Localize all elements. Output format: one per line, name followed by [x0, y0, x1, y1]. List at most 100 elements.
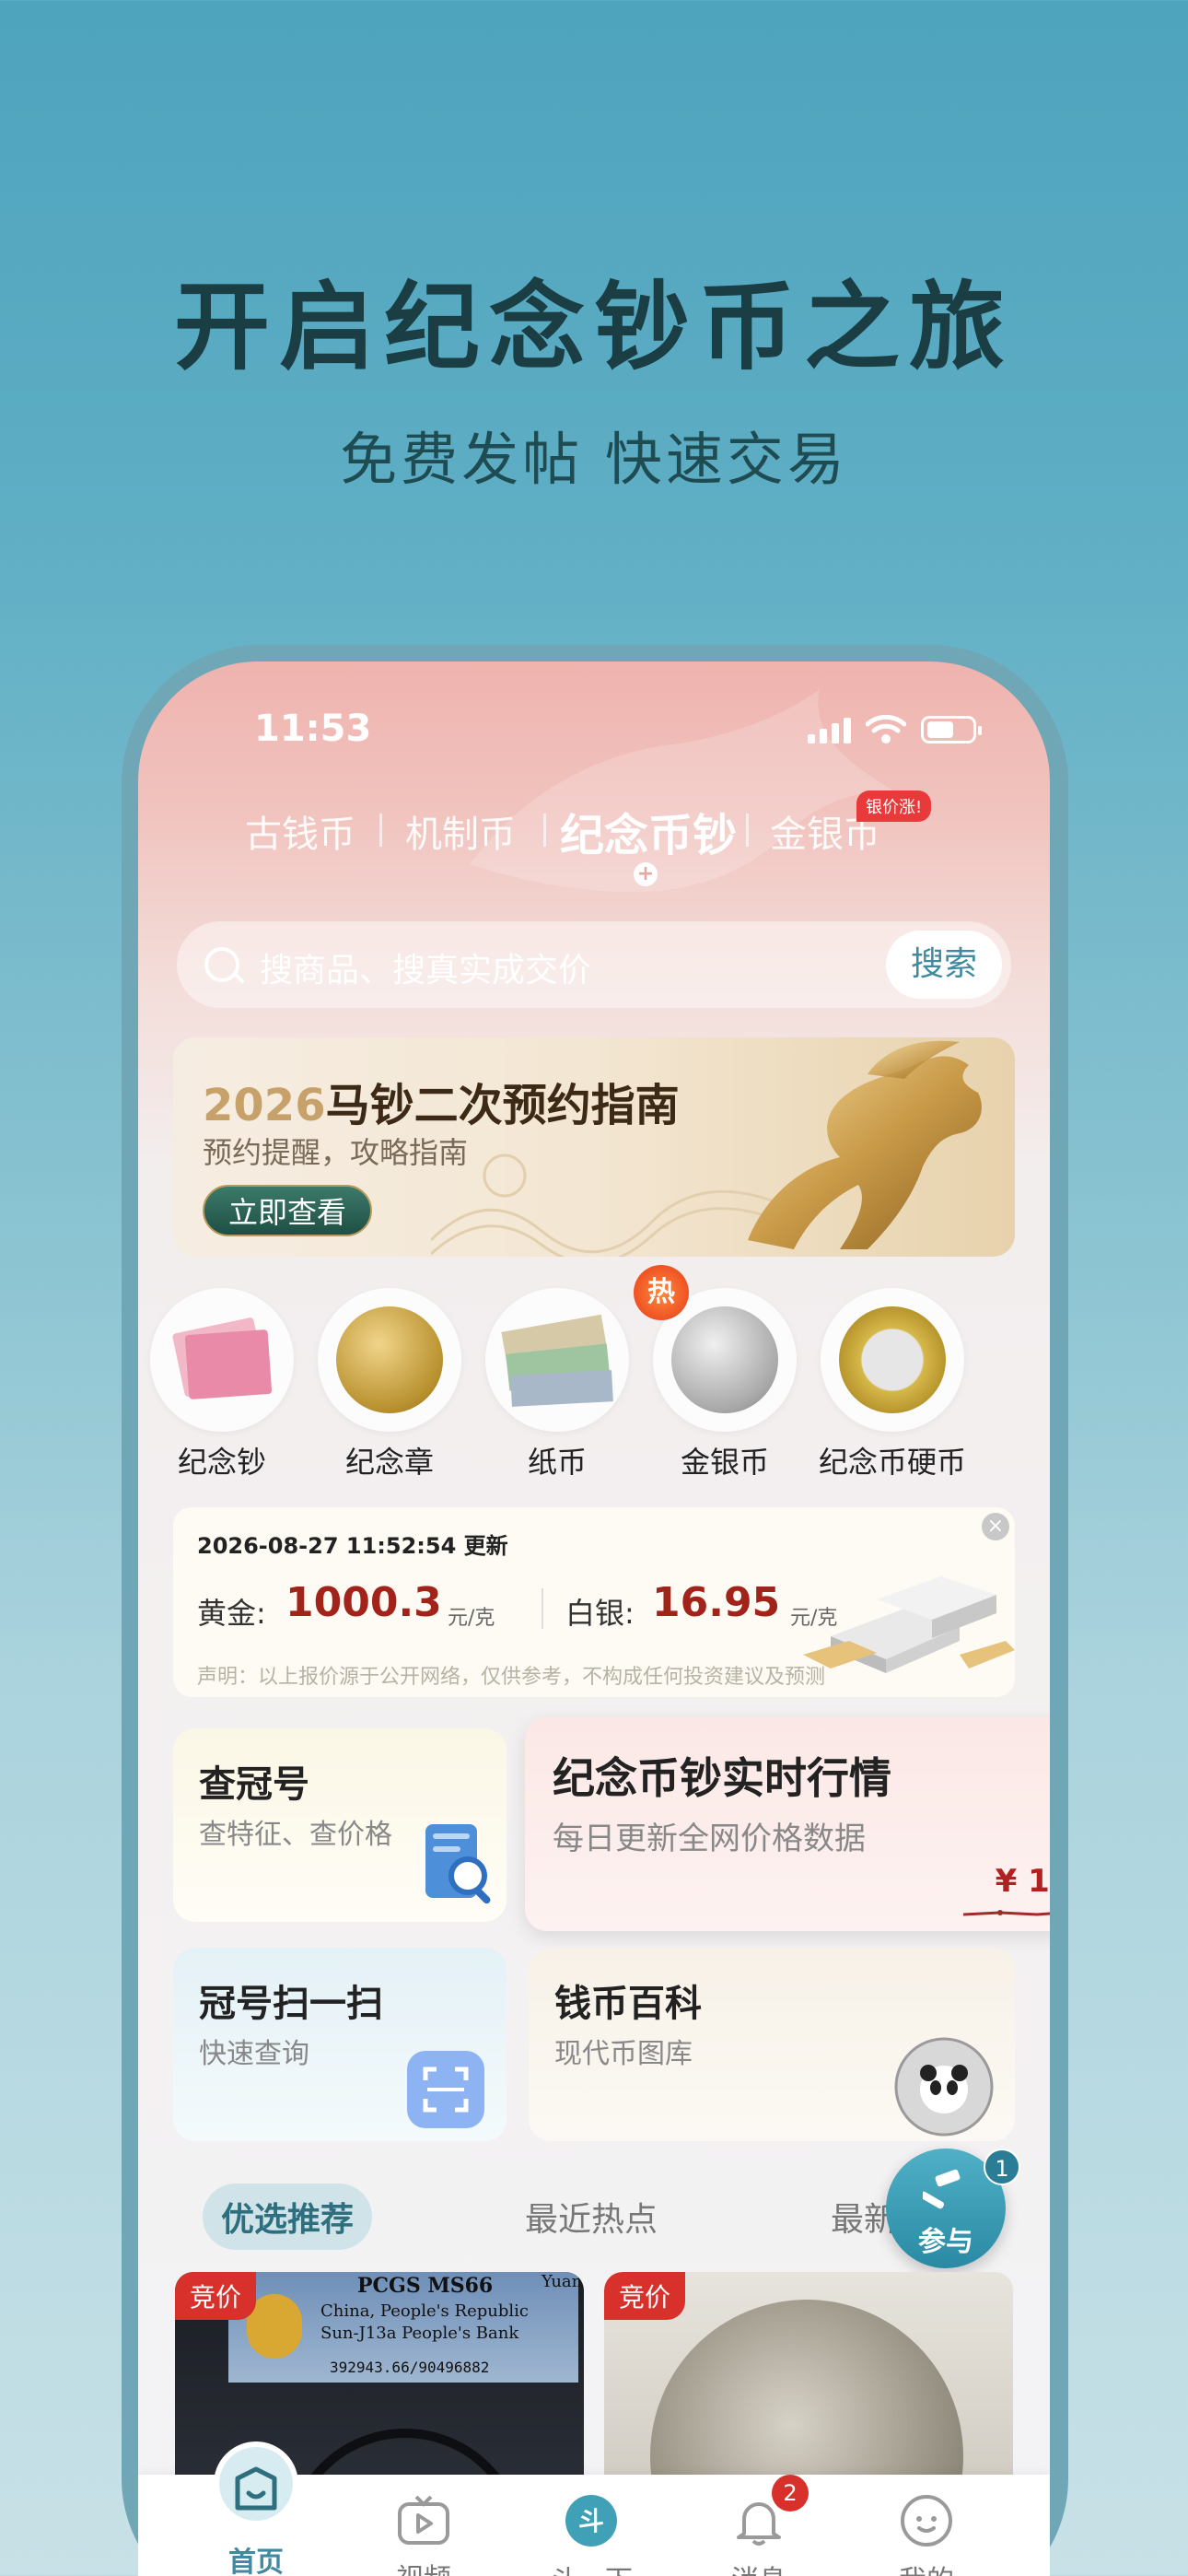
gold-unit: 元/克 [448, 1607, 495, 1630]
medal-icon [318, 1288, 461, 1432]
participate-label: 参与 [918, 2226, 973, 2258]
video-icon [398, 2495, 449, 2545]
gold-price: 1000.3 [285, 1579, 442, 1626]
tab-video[interactable]: 视频 [350, 2475, 497, 2576]
tab-commemorative[interactable]: 纪念币钞 [560, 799, 737, 863]
tab-recent-hot[interactable]: 最近热点 [525, 2193, 658, 2241]
banner-title-text: 马钞二次预约指南 [325, 1080, 680, 1131]
document-search-icon [425, 1824, 491, 1904]
battery-icon [921, 716, 982, 744]
metal-price-card: 2026-08-27 11:52:54 更新 × 黄金: 1000.3 元/克 … [173, 1507, 1015, 1697]
tile-subtitle: 查特征、查价格 [199, 1819, 392, 1851]
bottom-tab-bar: 首页 视频 斗 斗一下 消息 2 [138, 2441, 1050, 2576]
category-label: 纪念章 [344, 1445, 434, 1480]
tile-subtitle: 每日更新全网价格数据 [553, 1821, 866, 1857]
tab-separator [746, 814, 749, 847]
svg-text:斗: 斗 [578, 2506, 604, 2536]
participate-button[interactable]: 参与 1 [886, 2149, 1020, 2268]
scan-crown-tile[interactable]: 冠号扫一扫 快速查询 [173, 1948, 507, 2141]
crown-number-tile[interactable]: 查冠号 查特征、查价格 [173, 1728, 507, 1922]
status-time: 11:53 [254, 708, 372, 750]
price-sparkline [963, 1910, 1050, 1916]
market-prices-tile[interactable]: 纪念币钞实时行情 每日更新全网价格数据 ¥ 16.8 [525, 1717, 1050, 1931]
tile-subtitle: 快速查询 [199, 2038, 309, 2070]
banner-title: 2026马钞二次预约指南 [203, 1069, 680, 1133]
category-label: 纪念钞 [177, 1445, 266, 1480]
paper-money-icon [485, 1288, 629, 1432]
tile-subtitle: 现代币图库 [554, 2038, 693, 2070]
search-button[interactable]: 搜索 [886, 931, 1002, 999]
price-updated-time: 2026-08-27 11:52:54 更新 [197, 1533, 508, 1559]
bid-tag: 竞价 [175, 2272, 257, 2320]
category-commemorative-coins[interactable]: 纪念币硬币 [814, 1288, 971, 1481]
silver-label: 白银: [565, 1596, 635, 1631]
silver-up-badge: 银价涨! [856, 790, 932, 822]
message-count-badge: 2 [772, 2475, 809, 2512]
search-input[interactable]: 搜商品、搜真实成交价 [260, 943, 591, 991]
tab-profile[interactable]: 我的 [853, 2475, 1000, 2576]
category-label: 纪念币硬币 [818, 1445, 966, 1480]
tab-label: 斗一下 [518, 2558, 665, 2576]
tab-featured[interactable]: 优选推荐 [203, 2184, 373, 2250]
tile-title: 纪念币钞实时行情 [553, 1753, 891, 1803]
bimetal-coin-icon [821, 1288, 964, 1432]
hot-badge-icon: 热 [634, 1265, 689, 1320]
price-disclaimer: 声明：以上报价源于公开网络，仅供参考，不构成任何投资建议及预测 [197, 1666, 826, 1689]
wifi-icon [866, 715, 906, 744]
coin-encyclopedia-tile[interactable]: 钱币百科 现代币图库 [529, 1948, 1015, 2141]
pcgs-line2: Sun-J13a People's Bank [320, 2324, 519, 2343]
category-label: 纸币 [527, 1445, 587, 1480]
active-tab-indicator-icon: + [634, 862, 658, 886]
gold-horse-image [748, 1040, 982, 1249]
dou-icon: 斗 [565, 2495, 617, 2547]
banner-subtitle: 预约提醒，攻略指南 [203, 1135, 469, 1170]
gold-label: 黄金: [197, 1596, 266, 1631]
tab-separator [543, 814, 546, 847]
panda-coin-icon [894, 2037, 994, 2137]
tab-ancient-coins[interactable]: 古钱币 [245, 804, 355, 858]
category-commemorative-notes[interactable]: 纪念钞 [144, 1288, 300, 1481]
category-paper-money[interactable]: 纸币 [479, 1288, 635, 1481]
tile-title: 冠号扫一扫 [199, 1983, 383, 2025]
tab-home[interactable]: 首页 [182, 2466, 330, 2576]
view-now-button[interactable]: 立即查看 [203, 1185, 372, 1236]
profile-icon [901, 2495, 952, 2547]
tab-label: 视频 [350, 2556, 497, 2576]
banner-year: 2026 [203, 1080, 326, 1131]
promo-subtitle: 免费发帖 快速交易 [340, 426, 848, 493]
auction-hammer-icon [923, 2169, 961, 2209]
promo-banner[interactable]: 2026马钞二次预约指南 预约提醒，攻略指南 立即查看 [173, 1037, 1015, 1257]
cellular-signal-icon [808, 716, 851, 744]
pcgs-brand: Yuan [542, 2272, 583, 2291]
silver-price: 16.95 [652, 1579, 781, 1626]
scan-icon [407, 2051, 484, 2128]
tile-title: 钱币百科 [554, 1983, 702, 2025]
promo-title: 开启纪念钞币之旅 [173, 270, 1014, 383]
pcgs-grade: PCGS MS66 [357, 2274, 494, 2298]
tab-label: 消息 [685, 2558, 833, 2576]
app-screen: 11:53 古钱币 机制币 纪念币钞 金银币 银价涨! + 搜商品、搜真实成交价… [138, 662, 1050, 2576]
search-icon [204, 947, 239, 982]
bid-tag: 竞价 [604, 2272, 686, 2320]
tab-label: 我的 [853, 2558, 1000, 2576]
pcgs-line1: China, People's Republic [320, 2301, 529, 2321]
search-bar[interactable]: 搜商品、搜真实成交价 搜索 [177, 921, 1011, 1008]
silver-bars-image [803, 1576, 1015, 1673]
tab-separator [379, 814, 382, 847]
tile-title: 查冠号 [199, 1763, 309, 1806]
pcgs-label: PCGS MS66 Yuan China, People's Republic … [228, 2272, 582, 2383]
price-divider [542, 1588, 543, 1629]
pcgs-serial: 392943.66/90496882 [330, 2359, 490, 2376]
home-icon [235, 2466, 277, 2511]
status-bar: 11:53 [138, 708, 1050, 763]
category-label: 金银币 [680, 1445, 769, 1480]
tab-dou[interactable]: 斗 斗一下 [518, 2475, 665, 2576]
market-price: ¥ 16.8 [995, 1863, 1050, 1900]
banknote-bundle-icon [150, 1288, 294, 1432]
participate-count-badge: 1 [984, 2149, 1020, 2185]
tab-messages[interactable]: 消息 [685, 2475, 833, 2576]
category-medals[interactable]: 纪念章 [311, 1288, 468, 1481]
tab-label: 首页 [228, 2547, 284, 2576]
tab-machine-coins[interactable]: 机制币 [405, 804, 516, 858]
quick-categories: 纪念钞 纪念章 纸币 金银币 纪念币硬币 [138, 1288, 1050, 1480]
